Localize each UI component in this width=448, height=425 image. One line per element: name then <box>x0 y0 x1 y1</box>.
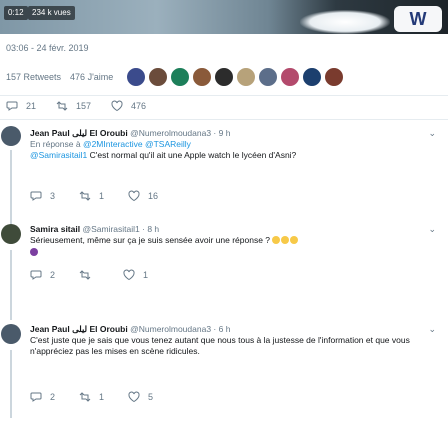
liker-avatar[interactable] <box>148 67 169 87</box>
retweet-count: 157 <box>76 101 92 111</box>
reply-author-handle[interactable]: @Numerolmoudana3 <box>130 324 211 334</box>
tweet-timestamp[interactable]: 03:06 - 24 févr. 2019 <box>6 43 89 53</box>
in-reply-links[interactable]: @2MInteractive @TSAReilly <box>83 139 191 149</box>
reply-tweet[interactable]: Samira sitail @Samirasitail1 · 8 h ⌄ Sér… <box>0 224 448 324</box>
video-duration-badge: 0:12 <box>4 6 28 20</box>
liker-avatar[interactable] <box>280 67 301 87</box>
reply-tweet[interactable]: Jean Paul ليلى El Oroubi @Numerolmoudana… <box>0 126 448 226</box>
reply-button[interactable]: 2 <box>30 269 55 281</box>
retweet-icon <box>79 392 91 402</box>
thread-line <box>10 150 12 224</box>
liker-avatar[interactable] <box>324 67 345 87</box>
in-reply-label: En réponse à <box>30 139 81 149</box>
reply-author-name[interactable]: Samira sitail <box>30 224 80 234</box>
like-button[interactable]: 1 <box>123 269 148 281</box>
reply-tweet[interactable]: Jean Paul ليلى El Oroubi @Numerolmoudana… <box>0 314 448 422</box>
in-reply-to: En réponse à @2MInteractive @TSAReilly <box>30 139 430 150</box>
like-count: 5 <box>148 392 154 402</box>
like-count: 476 <box>131 101 147 111</box>
reply-author-name[interactable]: Jean Paul ليلى El Oroubi <box>30 128 128 138</box>
heart-icon <box>111 100 123 112</box>
liker-avatar[interactable] <box>302 67 323 87</box>
like-count-link[interactable]: 476 J'aime <box>70 72 113 82</box>
reply-icon <box>6 101 18 111</box>
reply-text-body: Sérieusement, même sur ça je suis sensée… <box>30 235 271 245</box>
mention-link[interactable]: @Samirasitail1 <box>30 150 87 160</box>
reply-text: @Samirasitail1 C'est normal qu'il ait un… <box>30 150 430 161</box>
liker-avatar[interactable] <box>170 67 191 87</box>
heart-icon <box>128 190 140 202</box>
avatar[interactable] <box>1 126 21 146</box>
face-emoji-icon <box>272 236 281 244</box>
reply-button[interactable]: 21 <box>6 100 36 112</box>
retweet-icon <box>79 191 91 201</box>
like-button[interactable]: 16 <box>128 190 158 202</box>
reply-actions: 2 1 <box>30 269 172 281</box>
retweet-count: 1 <box>99 191 105 201</box>
reply-button[interactable]: 3 <box>30 190 55 202</box>
face-emoji-icon <box>281 236 290 244</box>
avatar[interactable] <box>1 224 21 244</box>
like-count: 16 <box>148 191 159 201</box>
avatar[interactable] <box>1 324 21 344</box>
reply-text: Sérieusement, même sur ça je suis sensée… <box>30 235 430 256</box>
liker-avatar[interactable] <box>258 67 279 87</box>
brand-logo: W <box>394 6 442 32</box>
heart-icon <box>123 269 135 281</box>
liker-avatar[interactable] <box>192 67 213 87</box>
like-button[interactable]: 476 <box>111 100 146 112</box>
divider <box>0 119 448 120</box>
thread-line <box>10 350 12 418</box>
retweet-button[interactable]: 157 <box>56 100 91 112</box>
retweet-icon <box>56 101 68 111</box>
tweet-stats-row: 157 Retweets 476 J'aime <box>6 66 442 88</box>
reply-count: 2 <box>50 270 56 280</box>
reply-count: 2 <box>50 392 56 402</box>
reply-time[interactable]: · 9 h <box>213 128 230 138</box>
reply-text: C'est juste que je sais que vous tenez a… <box>30 335 410 356</box>
face-emoji-icon <box>290 236 299 244</box>
liker-avatars <box>126 67 346 87</box>
like-count: 1 <box>143 270 149 280</box>
reply-button[interactable]: 2 <box>30 391 55 403</box>
reply-actions: 2 1 5 <box>30 391 177 403</box>
reply-icon <box>30 191 42 201</box>
liker-avatar[interactable] <box>236 67 257 87</box>
reply-author-handle[interactable]: @Samirasitail1 <box>82 224 139 234</box>
reply-time[interactable]: · 6 h <box>213 324 230 334</box>
reply-count: 21 <box>26 101 37 111</box>
media-highlight <box>300 10 390 34</box>
liker-avatar[interactable] <box>126 67 147 87</box>
retweet-count: 1 <box>99 392 105 402</box>
reply-author-name[interactable]: Jean Paul ليلى El Oroubi <box>30 324 128 334</box>
like-button[interactable]: 5 <box>128 391 153 403</box>
reply-icon <box>30 270 42 280</box>
video-views-badge: 234 k vues <box>28 6 75 20</box>
heart-icon <box>128 391 140 403</box>
reply-time[interactable]: · 8 h <box>142 224 159 234</box>
chevron-down-icon[interactable]: ⌄ <box>428 128 436 139</box>
retweet-button[interactable] <box>79 269 99 281</box>
retweet-icon <box>79 270 91 280</box>
divider <box>0 95 448 96</box>
tweet-media-video[interactable]: 0:12 234 k vues W <box>0 0 448 34</box>
retweet-button[interactable]: 1 <box>79 391 104 403</box>
reply-count: 3 <box>50 191 56 201</box>
retweet-button[interactable]: 1 <box>79 190 104 202</box>
thread-line <box>10 250 12 320</box>
reply-actions: 3 1 16 <box>30 190 182 202</box>
reply-author-handle[interactable]: @Numerolmoudana3 <box>130 128 211 138</box>
tweet-actions: 21 157 476 <box>6 100 166 112</box>
liker-avatar[interactable] <box>214 67 235 87</box>
retweet-count-link[interactable]: 157 Retweets <box>6 72 61 82</box>
chevron-down-icon[interactable]: ⌄ <box>428 324 436 335</box>
chevron-down-icon[interactable]: ⌄ <box>428 224 436 235</box>
reply-icon <box>30 392 42 402</box>
reply-text-body: C'est normal qu'il ait une Apple watch l… <box>87 150 297 160</box>
purple-emoji-icon <box>30 248 38 256</box>
